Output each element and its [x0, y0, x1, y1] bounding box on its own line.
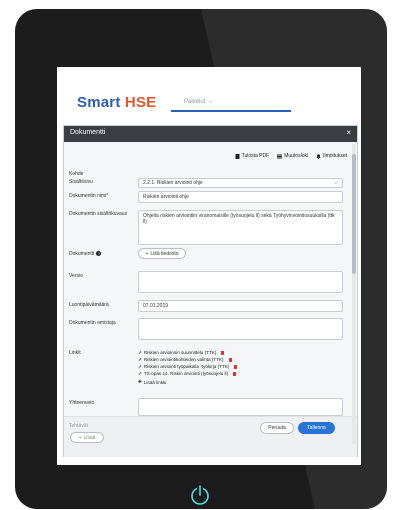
plus-circle-icon: ✚	[138, 379, 142, 384]
services-label: Palvelut	[184, 99, 206, 105]
bell-icon	[316, 153, 321, 159]
plus-icon: +	[78, 434, 82, 441]
chevron-down-icon: ⌵	[333, 180, 338, 186]
section-select[interactable]: 2.2.1. Riskien arviointi ohje ⌵	[138, 178, 343, 188]
list-icon	[277, 154, 283, 158]
link-item[interactable]: ⇗ Riskien arviointikohteiden valinta (TTK…	[138, 356, 237, 363]
owner-input[interactable]	[138, 318, 343, 340]
link-icon: ⇗	[138, 357, 142, 362]
link-item[interactable]: ⇗ Riskien arviointi työpaikalla -työkirja…	[138, 363, 238, 370]
document-dialog: Dokumentti × Tulosta PDF Muutosloki Ilmo…	[63, 125, 358, 457]
print-pdf-button[interactable]: Tulosta PDF	[235, 153, 269, 159]
notifications-button[interactable]: Ilmoitukset	[316, 153, 347, 159]
owner-label: Dokumentin omistaja	[69, 320, 116, 326]
tasks-label: Tehtävät	[69, 423, 88, 429]
created-date-input[interactable]: 07.01.2019	[138, 300, 343, 312]
tablet-frame: Smart HSE Palvelut ⌵ Dokumentti × Tulosta…	[15, 9, 387, 509]
links-list: ⇗ Riskien arvioinnin suunnittelu (TTK) ⇗ R…	[138, 349, 238, 385]
power-icon[interactable]	[189, 484, 211, 506]
trash-icon[interactable]	[233, 371, 237, 376]
cancel-button[interactable]: Peruuta	[260, 422, 294, 434]
summary-label: Yhteenveto	[69, 400, 95, 406]
link-icon: ⇗	[138, 364, 142, 369]
save-button[interactable]: Tallenna	[298, 422, 335, 434]
brand-hse: HSE	[124, 94, 157, 111]
add-file-button[interactable]: + Liitä tiedosto	[138, 248, 186, 259]
close-icon[interactable]: ×	[346, 128, 351, 137]
services-menu[interactable]: Palvelut ⌵	[184, 99, 213, 106]
trash-icon[interactable]	[234, 364, 238, 369]
dialog-scrollbar[interactable]	[352, 144, 356, 444]
section-label: Sisältösivu	[69, 179, 93, 185]
summary-textarea[interactable]	[138, 398, 343, 416]
action-bar: Tulosta PDF Muutosloki Ilmoitukset	[235, 153, 347, 159]
chevron-down-icon: ⌵	[208, 99, 213, 105]
links-label: Linkit	[69, 350, 81, 356]
plus-icon: +	[145, 250, 149, 257]
trash-icon[interactable]	[228, 357, 232, 362]
add-link-button[interactable]: ✚ Lisää linkki	[138, 379, 237, 385]
header-underline	[171, 110, 291, 112]
changelog-button[interactable]: Muutosloki	[277, 153, 308, 159]
help-icon[interactable]: ?	[96, 251, 102, 257]
name-input[interactable]: Riskien arviointi ohje	[138, 191, 343, 203]
app-logo: Smart HSE	[77, 94, 156, 111]
dialog-header: Dokumentti ×	[64, 126, 357, 142]
file-icon	[235, 153, 240, 159]
name-label: Dokumentin nimi*	[69, 193, 109, 199]
link-item[interactable]: ⇗ TS-opas 14. Riskin arviointi (työsuojel…	[138, 370, 237, 377]
brand-smart: Smart	[77, 94, 121, 111]
add-task-button[interactable]: + Lisää	[70, 432, 104, 443]
version-label: Versio	[69, 273, 83, 279]
link-item[interactable]: ⇗ Riskien arvioinnin suunnittelu (TTK)	[138, 349, 237, 356]
scrollbar-thumb[interactable]	[352, 154, 356, 274]
dialog-footer: Tehtävät + Lisää Peruuta Tallenna	[64, 416, 357, 457]
trash-icon[interactable]	[221, 350, 225, 355]
dialog-title: Dokumentti	[70, 129, 106, 136]
link-icon: ⇗	[138, 350, 142, 355]
app-screen: Smart HSE Palvelut ⌵ Dokumentti × Tulosta…	[57, 67, 361, 465]
description-textarea[interactable]: Ohjeita riskien arviointiin viranomaisil…	[138, 210, 343, 245]
version-input[interactable]	[138, 271, 343, 293]
link-icon: ⇗	[138, 371, 142, 376]
created-label: Luontipäivämäärä	[69, 302, 109, 308]
target-label: Kohde	[69, 171, 84, 177]
description-label: Dokumentin sisältökuvaus	[69, 211, 128, 217]
document-label: Dokumentti?	[69, 251, 102, 257]
